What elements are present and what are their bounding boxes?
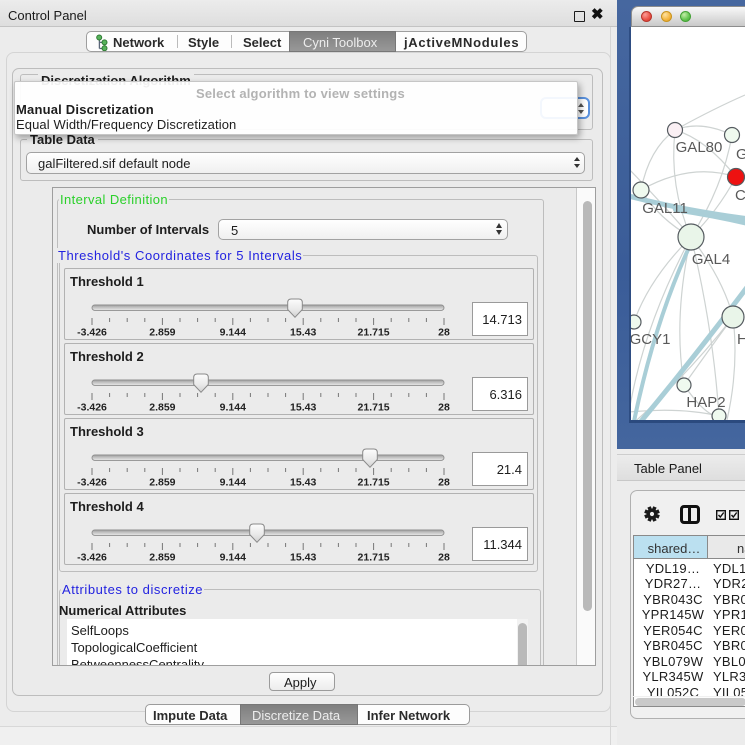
svg-text:2.859: 2.859 bbox=[149, 327, 175, 339]
svg-text:21.715: 21.715 bbox=[358, 477, 390, 489]
svg-text:28: 28 bbox=[438, 402, 450, 414]
svg-text:-3.426: -3.426 bbox=[77, 327, 107, 339]
svg-text:15.43: 15.43 bbox=[290, 477, 316, 489]
svg-text:15.43: 15.43 bbox=[290, 402, 316, 414]
svg-text:9.144: 9.144 bbox=[220, 477, 246, 489]
svg-text:21.715: 21.715 bbox=[358, 552, 390, 564]
svg-text:GAL3: GAL3 bbox=[736, 146, 745, 163]
svg-text:9.144: 9.144 bbox=[220, 552, 246, 564]
svg-text:15.43: 15.43 bbox=[290, 552, 316, 564]
svg-text:21.715: 21.715 bbox=[358, 402, 390, 414]
svg-text:28: 28 bbox=[438, 327, 450, 339]
svg-text:HIS4: HIS4 bbox=[737, 331, 745, 348]
svg-text:2.859: 2.859 bbox=[149, 477, 175, 489]
svg-text:9.144: 9.144 bbox=[220, 327, 246, 339]
svg-text:-3.426: -3.426 bbox=[77, 552, 107, 564]
svg-text:28: 28 bbox=[438, 552, 450, 564]
svg-text:CYC8: CYC8 bbox=[735, 187, 745, 204]
svg-text:-3.426: -3.426 bbox=[77, 402, 107, 414]
svg-text:21.715: 21.715 bbox=[358, 327, 390, 339]
svg-text:2.859: 2.859 bbox=[149, 552, 175, 564]
svg-text:HAP2: HAP2 bbox=[686, 394, 725, 411]
svg-text:-3.426: -3.426 bbox=[77, 477, 107, 489]
svg-text:9.144: 9.144 bbox=[220, 402, 246, 414]
svg-text:15.43: 15.43 bbox=[290, 327, 316, 339]
svg-text:GAL4: GAL4 bbox=[692, 251, 730, 268]
svg-text:28: 28 bbox=[438, 477, 450, 489]
svg-text:2.859: 2.859 bbox=[149, 402, 175, 414]
svg-text:GAL11: GAL11 bbox=[642, 200, 688, 217]
svg-text:GAL80: GAL80 bbox=[676, 139, 723, 156]
svg-text:GCY1: GCY1 bbox=[631, 331, 670, 348]
